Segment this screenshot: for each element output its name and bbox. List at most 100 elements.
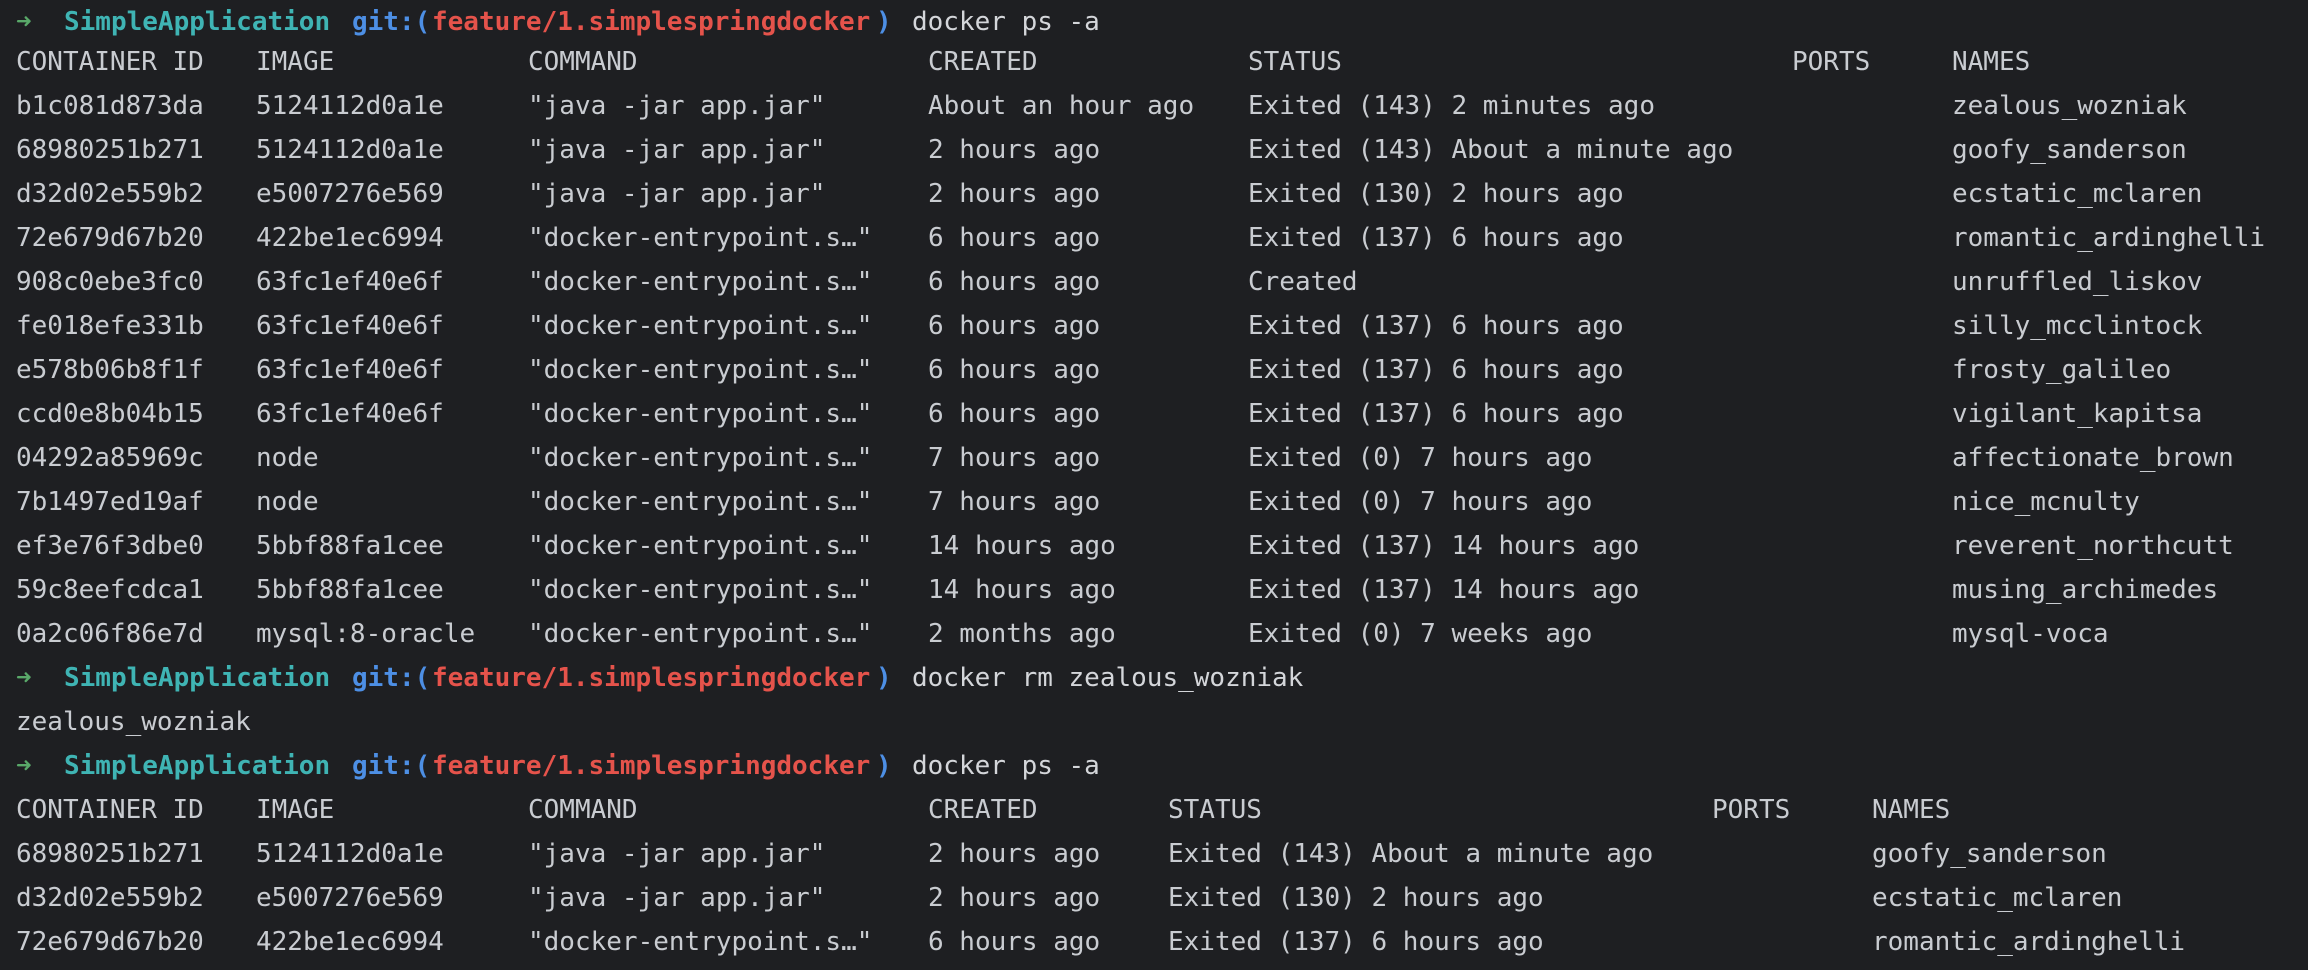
container-name: frosty_galileo [1952, 355, 2172, 385]
command-text: docker ps -a [912, 7, 1100, 37]
image: 5bbf88fa1cee [256, 575, 444, 605]
created: 6 hours ago [928, 355, 1101, 385]
container-id: 72e679d67b20 [16, 223, 204, 253]
created: 7 hours ago [928, 487, 1101, 517]
command: "docker-entrypoint.s…" [528, 267, 873, 297]
prompt-git-close: ) [876, 7, 892, 37]
status: Exited (130) 2 hours ago [1168, 883, 1544, 913]
image: 5124112d0a1e [256, 135, 444, 165]
command: "docker-entrypoint.s…" [528, 399, 873, 429]
table-row: 72e679d67b20 422be1ec6994 "docker-entryp… [0, 920, 2308, 964]
terminal-window[interactable]: ➜ SimpleApplication git:( feature/1.simp… [0, 0, 2308, 970]
status: Exited (137) 14 hours ago [1248, 531, 1640, 561]
prompt-arrow: ➜ [16, 7, 32, 37]
container-id: 72e679d67b20 [16, 927, 204, 957]
prompt-branch: feature/1.simplespringdocker [432, 751, 871, 781]
created: 2 hours ago [928, 839, 1101, 869]
status: Created [1248, 267, 1358, 297]
container-name: ecstatic_mclaren [1872, 883, 2123, 913]
header-image: IMAGE [256, 47, 335, 77]
table-row: d32d02e559b2 e5007276e569 "java -jar app… [0, 172, 2308, 216]
table-row: d32d02e559b2 e5007276e569 "java -jar app… [0, 876, 2308, 920]
header-container-id: CONTAINER ID [16, 795, 204, 825]
container-name: affectionate_brown [1952, 443, 2234, 473]
container-id: 59c8eefcdca1 [16, 575, 204, 605]
command-text: docker ps -a [912, 751, 1100, 781]
table-row: 04292a85969c node "docker-entrypoint.s…"… [0, 436, 2308, 480]
container-id: 04292a85969c [16, 443, 204, 473]
table-row: ccd0e8b04b15 63fc1ef40e6f "docker-entryp… [0, 392, 2308, 436]
image: 5124112d0a1e [256, 839, 444, 869]
container-id: d32d02e559b2 [16, 179, 204, 209]
prompt-line: ➜ SimpleApplication git:( feature/1.simp… [0, 656, 2308, 700]
header-image: IMAGE [256, 795, 335, 825]
created: 6 hours ago [928, 399, 1101, 429]
status: Exited (143) About a minute ago [1168, 839, 1654, 869]
container-name: unruffled_liskov [1952, 267, 2203, 297]
command: "docker-entrypoint.s…" [528, 355, 873, 385]
container-id: 0a2c06f86e7d [16, 619, 204, 649]
command: "java -jar app.jar" [528, 883, 826, 913]
prompt-git-label: git:( [352, 7, 431, 37]
container-id: 68980251b271 [16, 135, 204, 165]
prompt-directory: SimpleApplication [64, 7, 331, 37]
image: node [256, 487, 319, 517]
status: Exited (143) 2 minutes ago [1248, 91, 1655, 121]
image: 63fc1ef40e6f [256, 399, 444, 429]
header-command: COMMAND [528, 47, 638, 77]
table-row: 7b1497ed19af node "docker-entrypoint.s…"… [0, 480, 2308, 524]
container-name: romantic_ardinghelli [1872, 927, 2186, 957]
command: "docker-entrypoint.s…" [528, 487, 873, 517]
output-text: zealous_wozniak [16, 707, 251, 737]
prompt-arrow: ➜ [16, 663, 32, 693]
prompt-branch: feature/1.simplespringdocker [432, 7, 871, 37]
container-name: vigilant_kapitsa [1952, 399, 2203, 429]
created: 6 hours ago [928, 927, 1101, 957]
status: Exited (137) 6 hours ago [1248, 399, 1624, 429]
created: 2 hours ago [928, 135, 1101, 165]
status: Exited (130) 2 hours ago [1248, 179, 1624, 209]
table-row: b1c081d873da 5124112d0a1e "java -jar app… [0, 84, 2308, 128]
status: Exited (137) 14 hours ago [1248, 575, 1640, 605]
prompt-directory: SimpleApplication [64, 751, 331, 781]
command: "docker-entrypoint.s…" [528, 223, 873, 253]
container-name: reverent_northcutt [1952, 531, 2234, 561]
command: "docker-entrypoint.s…" [528, 311, 873, 341]
container-id: 68980251b271 [16, 839, 204, 869]
status: Exited (137) 6 hours ago [1248, 355, 1624, 385]
header-status: STATUS [1168, 795, 1262, 825]
command: "java -jar app.jar" [528, 91, 826, 121]
prompt-line: ➜ SimpleApplication git:( feature/1.simp… [0, 0, 2308, 44]
image: 63fc1ef40e6f [256, 311, 444, 341]
prompt-directory: SimpleApplication [64, 663, 331, 693]
container-id: fe018efe331b [16, 311, 204, 341]
header-created: CREATED [928, 795, 1038, 825]
prompt-git-close: ) [876, 663, 892, 693]
container-name: ecstatic_mclaren [1952, 179, 2203, 209]
created: 14 hours ago [928, 531, 1116, 561]
header-ports: PORTS [1792, 47, 1871, 77]
table-row: 72e679d67b20 422be1ec6994 "docker-entryp… [0, 216, 2308, 260]
image: 5124112d0a1e [256, 91, 444, 121]
command-output: zealous_wozniak [0, 700, 2308, 744]
prompt-line: ➜ SimpleApplication git:( feature/1.simp… [0, 744, 2308, 788]
status: Exited (0) 7 hours ago [1248, 487, 1593, 517]
header-status: STATUS [1248, 47, 1342, 77]
command: "docker-entrypoint.s…" [528, 443, 873, 473]
header-command: COMMAND [528, 795, 638, 825]
command: "java -jar app.jar" [528, 839, 826, 869]
command: "docker-entrypoint.s…" [528, 619, 873, 649]
status: Exited (137) 6 hours ago [1168, 927, 1544, 957]
created: 6 hours ago [928, 223, 1101, 253]
table-row: ef3e76f3dbe0 5bbf88fa1cee "docker-entryp… [0, 524, 2308, 568]
prompt-git-label: git:( [352, 751, 431, 781]
header-names: NAMES [1872, 795, 1951, 825]
container-id: ef3e76f3dbe0 [16, 531, 204, 561]
table-header: CONTAINER ID IMAGE COMMAND CREATED STATU… [0, 40, 2308, 84]
container-name: musing_archimedes [1952, 575, 2219, 605]
container-id: d32d02e559b2 [16, 883, 204, 913]
created: 2 months ago [928, 619, 1116, 649]
container-name: goofy_sanderson [1872, 839, 2107, 869]
image: 63fc1ef40e6f [256, 355, 444, 385]
header-names: NAMES [1952, 47, 2031, 77]
